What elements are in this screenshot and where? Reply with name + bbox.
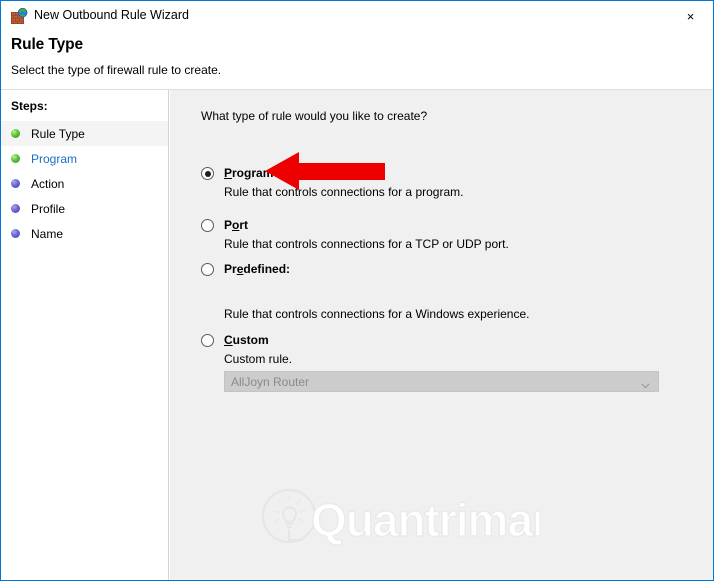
radio-program[interactable]	[201, 167, 214, 180]
page-subtitle: Select the type of firewall rule to crea…	[11, 63, 221, 77]
window-title: New Outbound Rule Wizard	[34, 8, 189, 22]
option-predefined: Predefined: Rule that controls connectio…	[201, 262, 681, 279]
sidebar-item-action[interactable]: Action	[1, 171, 168, 196]
wizard-window: New Outbound Rule Wizard × Rule Type Sel…	[0, 0, 714, 581]
step-bullet-icon	[11, 204, 20, 213]
title-bar: New Outbound Rule Wizard ×	[1, 1, 713, 31]
steps-sidebar: Steps: Rule Type Program Action Profile …	[1, 90, 169, 580]
step-bullet-icon	[11, 229, 20, 238]
chevron-down-icon	[641, 378, 650, 384]
option-custom: Custom Custom rule.	[201, 333, 681, 350]
option-program: Program Rule that controls connections f…	[201, 166, 681, 183]
sidebar-item-label: Name	[31, 227, 63, 241]
option-port-description: Rule that controls connections for a TCP…	[224, 237, 509, 251]
sidebar-item-rule-type[interactable]: Rule Type	[1, 121, 168, 146]
close-icon: ×	[687, 10, 695, 23]
sidebar-item-label: Profile	[31, 202, 65, 216]
option-program-description: Rule that controls connections for a pro…	[224, 185, 463, 199]
predefined-dropdown[interactable]: AllJoyn Router	[224, 371, 659, 392]
steps-list: Rule Type Program Action Profile Name	[1, 121, 168, 246]
steps-heading: Steps:	[11, 99, 48, 113]
option-custom-description: Custom rule.	[224, 352, 292, 366]
page-title: Rule Type	[11, 36, 83, 54]
content-pane: What type of rule would you like to crea…	[170, 90, 713, 580]
step-bullet-icon	[11, 129, 20, 138]
sidebar-item-program[interactable]: Program	[1, 146, 168, 171]
radio-port[interactable]	[201, 219, 214, 232]
option-predefined-label[interactable]: Predefined:	[224, 262, 290, 276]
radio-predefined[interactable]	[201, 263, 214, 276]
step-bullet-icon	[11, 154, 20, 163]
question-text: What type of rule would you like to crea…	[201, 109, 427, 123]
sidebar-item-label: Action	[31, 177, 64, 191]
sidebar-item-label: Program	[31, 152, 77, 166]
radio-custom[interactable]	[201, 334, 214, 347]
wizard-header: Rule Type Select the type of firewall ru…	[1, 31, 713, 90]
option-custom-label[interactable]: Custom	[224, 333, 269, 347]
option-program-label[interactable]: Program	[224, 166, 273, 180]
firewall-globe-icon	[11, 8, 28, 25]
predefined-dropdown-value: AllJoyn Router	[231, 375, 309, 389]
option-port: Port Rule that controls connections for …	[201, 218, 681, 235]
sidebar-item-name[interactable]: Name	[1, 221, 168, 246]
option-port-label[interactable]: Port	[224, 218, 248, 232]
sidebar-item-profile[interactable]: Profile	[1, 196, 168, 221]
step-bullet-icon	[11, 179, 20, 188]
sidebar-item-label: Rule Type	[31, 127, 85, 141]
option-predefined-description: Rule that controls connections for a Win…	[224, 307, 530, 321]
close-button[interactable]: ×	[668, 1, 713, 31]
